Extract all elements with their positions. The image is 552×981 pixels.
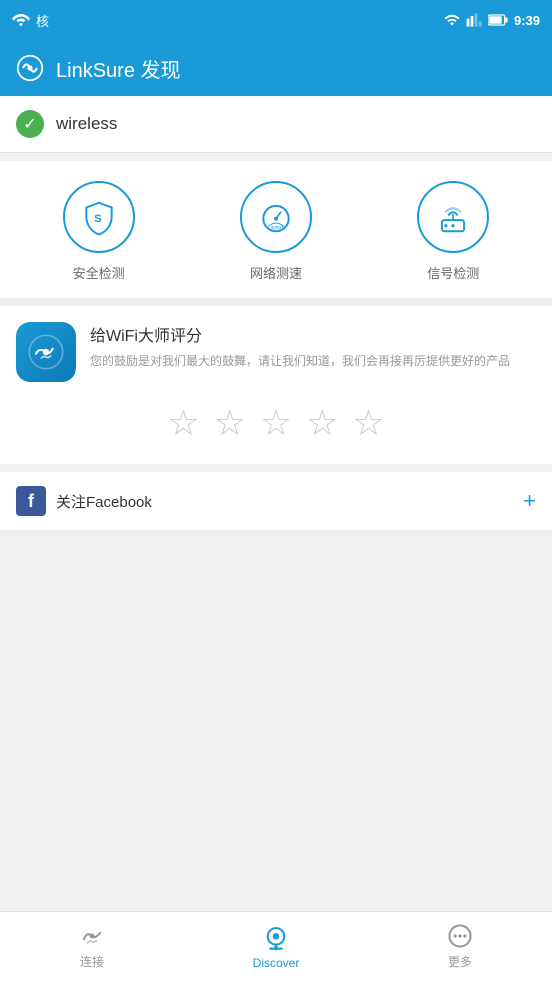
facebook-left: f 关注Facebook bbox=[16, 486, 152, 516]
wireless-name: wireless bbox=[56, 114, 117, 134]
speedometer-icon: km/h bbox=[257, 198, 295, 236]
security-check-label: 安全检测 bbox=[73, 263, 125, 282]
app-logo bbox=[16, 322, 76, 382]
wifi-signal-icon bbox=[444, 12, 460, 28]
facebook-label: 关注Facebook bbox=[56, 491, 152, 512]
discover-nav-icon bbox=[262, 924, 290, 952]
rating-desc: 您的鼓励是对我们最大的鼓舞，请让我们知道，我们会再接再厉提供更好的产品 bbox=[90, 352, 536, 370]
signal-check-label: 信号检测 bbox=[427, 263, 479, 282]
svg-text:S: S bbox=[94, 213, 101, 225]
app-header: LinkSure 发现 bbox=[0, 40, 552, 96]
tools-row: S 安全检测 km/h 网络测速 bbox=[0, 161, 552, 298]
wifi-logo-icon bbox=[26, 332, 66, 372]
star-1[interactable]: ☆ bbox=[167, 402, 199, 444]
rating-card: 给WiFi大师评分 您的鼓励是对我们最大的鼓舞，请让我们知道，我们会再接再厉提供… bbox=[0, 306, 552, 464]
status-bar-right: 9:39 bbox=[444, 12, 540, 28]
nav-item-connect[interactable]: 连接 bbox=[0, 923, 184, 970]
linksure-icon bbox=[16, 54, 44, 82]
rating-text-block: 给WiFi大师评分 您的鼓励是对我们最大的鼓舞，请让我们知道，我们会再接再厉提供… bbox=[90, 322, 536, 370]
facebook-icon: f bbox=[16, 486, 46, 516]
nav-label-connect: 连接 bbox=[80, 953, 104, 970]
app-title: LinkSure 发现 bbox=[56, 54, 181, 83]
battery-icon bbox=[488, 13, 508, 27]
wifi-master-icon bbox=[12, 11, 30, 29]
more-nav-icon bbox=[447, 923, 473, 949]
connect-nav-icon bbox=[79, 923, 105, 949]
security-check-icon-circle: S bbox=[63, 181, 135, 253]
router-icon bbox=[434, 198, 472, 236]
nav-label-discover: Discover bbox=[253, 956, 300, 970]
check-icon: ✓ bbox=[16, 110, 44, 138]
status-bar: 核 9:39 bbox=[0, 0, 552, 40]
rating-header: 给WiFi大师评分 您的鼓励是对我们最大的鼓舞，请让我们知道，我们会再接再厉提供… bbox=[16, 322, 536, 382]
nav-label-more: 更多 bbox=[448, 953, 472, 970]
wireless-card: ✓ wireless bbox=[0, 96, 552, 153]
stars-row: ☆ ☆ ☆ ☆ ☆ bbox=[16, 394, 536, 448]
star-3[interactable]: ☆ bbox=[260, 402, 292, 444]
status-bar-left: 核 bbox=[12, 11, 49, 30]
main-content: ✓ wireless S 安全检测 km/h bbox=[0, 96, 552, 911]
svg-text:km/h: km/h bbox=[271, 225, 285, 232]
signal-check-item[interactable]: 信号检测 bbox=[417, 181, 489, 282]
add-facebook-icon[interactable]: + bbox=[523, 488, 536, 514]
nav-item-discover[interactable]: Discover bbox=[184, 924, 368, 970]
speed-test-icon-circle: km/h bbox=[240, 181, 312, 253]
shield-icon: S bbox=[80, 198, 118, 236]
facebook-card[interactable]: f 关注Facebook + bbox=[0, 472, 552, 530]
signal-bars-icon bbox=[466, 12, 482, 28]
rating-title: 给WiFi大师评分 bbox=[90, 322, 536, 346]
security-check-item[interactable]: S 安全检测 bbox=[63, 181, 135, 282]
star-4[interactable]: ☆ bbox=[306, 402, 338, 444]
speed-test-label: 网络测速 bbox=[250, 263, 302, 282]
star-5[interactable]: ☆ bbox=[352, 402, 384, 444]
carrier-text: 核 bbox=[36, 11, 49, 30]
speed-test-item[interactable]: km/h 网络测速 bbox=[240, 181, 312, 282]
signal-check-icon-circle bbox=[417, 181, 489, 253]
star-2[interactable]: ☆ bbox=[214, 402, 246, 444]
bottom-nav: 连接 Discover 更多 bbox=[0, 911, 552, 981]
nav-item-more[interactable]: 更多 bbox=[368, 923, 552, 970]
time-display: 9:39 bbox=[514, 13, 540, 28]
